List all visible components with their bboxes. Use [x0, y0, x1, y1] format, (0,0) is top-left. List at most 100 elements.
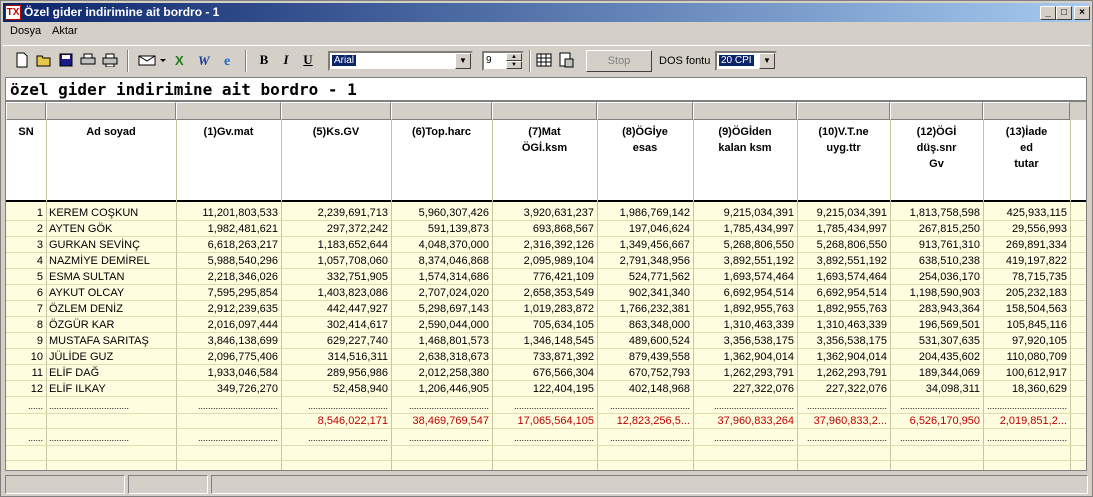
- table-cell: [983, 445, 1070, 461]
- font-size-spinner[interactable]: 9 ▲ ▼: [482, 51, 524, 71]
- table-row[interactable]: 3 GURKAN SEVİNÇ 6,618,263,217 1,183,652,644…: [6, 237, 1086, 253]
- new-file-icon[interactable]: [13, 51, 31, 69]
- stop-button[interactable]: Stop: [586, 50, 652, 72]
- report-grid[interactable]: SN Ad soyad (1)Gv.mat (5)Ks.GV (6)Top.harc (7…: [5, 101, 1087, 471]
- table-row[interactable]: 9 MUSTAFA SARITAŞ 3,846,138,699 629,227,740…: [6, 333, 1086, 349]
- column-header: Ad soyad: [86, 126, 136, 138]
- table-cell: 196,569,501: [918, 319, 980, 331]
- toolbar-separator: [529, 50, 531, 72]
- calculator-icon[interactable]: [535, 51, 553, 69]
- spin-down-icon[interactable]: ▼: [506, 61, 522, 69]
- empty-row[interactable]: [6, 445, 1086, 461]
- table-cell: 9,215,034,391: [723, 207, 794, 219]
- app-icon[interactable]: TX: [5, 5, 21, 20]
- table-cell: 863,348,000: [628, 319, 690, 331]
- column-header: (1)Gv.mat: [203, 126, 254, 138]
- table-row[interactable]: 6 AYKUT OLCAY 7,595,295,854 1,403,823,086 2,…: [6, 285, 1086, 301]
- table-header: SN Ad soyad (1)Gv.mat (5)Ks.GV (6)Top.harc (7…: [6, 120, 1086, 202]
- minimize-button[interactable]: _: [1040, 6, 1056, 20]
- table-cell: 1,349,456,667: [619, 239, 690, 251]
- table-cell: 776,421,109: [532, 271, 594, 283]
- table-cell: 37,960,833,2...: [813, 415, 887, 427]
- internet-explorer-icon[interactable]: e: [221, 51, 239, 69]
- menu-aktar[interactable]: Aktar: [52, 25, 78, 37]
- column-resize-handle[interactable]: [693, 102, 797, 120]
- table-row[interactable]: 4 NAZMİYE DEMİREL 5,988,540,296 1,057,708,0…: [6, 253, 1086, 269]
- empty-row[interactable]: [6, 461, 1086, 470]
- title-bar[interactable]: TX Özel gider indirimine ait bordro - 1 …: [3, 3, 1090, 22]
- table-cell: 1,183,652,644: [317, 239, 388, 251]
- underline-button[interactable]: U: [299, 51, 317, 69]
- table-cell: 1,019,283,872: [523, 303, 594, 315]
- table-cell: 5,988,540,296: [207, 255, 278, 267]
- font-name-select[interactable]: Arial ▼: [328, 51, 473, 71]
- window-title: Özel gider indirimine ait bordro - 1: [24, 5, 220, 19]
- table-row[interactable]: 12 ELİF ILKAY 349,726,270 52,458,940 1,206,4…: [6, 381, 1086, 397]
- table-row[interactable]: 7 ÖZLEM DENİZ 2,912,239,635 442,447,927 5,29…: [6, 301, 1086, 317]
- table-cell: ................................: [49, 401, 130, 411]
- column-resize-handle[interactable]: [492, 102, 597, 120]
- table-cell: 733,871,392: [532, 351, 594, 363]
- column-resize-bar[interactable]: [6, 102, 1086, 120]
- table-cell: 1,574,314,686: [418, 271, 489, 283]
- table-cell: 1,986,769,142: [619, 207, 690, 219]
- column-resize-handle[interactable]: [46, 102, 176, 120]
- column-header: SN: [18, 126, 34, 138]
- separator-row[interactable]: ........................................…: [6, 430, 1086, 446]
- print-icon[interactable]: [79, 51, 97, 69]
- table-row[interactable]: 10 JÜLİDE GUZ 2,096,775,406 314,516,311 2,63…: [6, 349, 1086, 365]
- table-row[interactable]: 2 AYTEN GÖK 1,982,481,621 297,372,242 591,13…: [6, 221, 1086, 237]
- table-row[interactable]: 8 ÖZGÜR KAR 2,016,097,444 302,414,617 2,590,…: [6, 317, 1086, 333]
- table-cell: ................................: [899, 433, 980, 443]
- email-icon[interactable]: [137, 51, 167, 69]
- column-resize-handle[interactable]: [6, 102, 46, 120]
- table-row[interactable]: 1 KEREM COŞKUN 11,201,803,533 2,239,691,713…: [6, 205, 1086, 221]
- table-cell: 3,356,538,175: [816, 335, 887, 347]
- separator-row[interactable]: ........................................…: [6, 398, 1086, 414]
- print-preview-icon[interactable]: [101, 51, 119, 69]
- table-cell: ÖZLEM DENİZ: [49, 303, 123, 315]
- table-cell: 52,458,940: [332, 383, 388, 395]
- table-cell: 1,892,955,763: [723, 303, 794, 315]
- excel-icon[interactable]: X: [173, 51, 191, 69]
- table-cell: 2,590,044,000: [418, 319, 489, 331]
- table-cell: 5,268,806,550: [723, 239, 794, 251]
- close-button[interactable]: ×: [1074, 6, 1090, 20]
- word-icon[interactable]: W: [197, 51, 215, 69]
- column-resize-handle[interactable]: [391, 102, 492, 120]
- table-cell: 1: [36, 207, 43, 219]
- table-cell: 2,638,318,673: [418, 351, 489, 363]
- column-resize-handle[interactable]: [890, 102, 983, 120]
- italic-button[interactable]: I: [277, 51, 295, 69]
- table-cell: 9: [36, 335, 43, 347]
- totals-row[interactable]: 8,546,022,171 38,469,769,547 17,065,564,10…: [6, 413, 1086, 429]
- table-cell: 1,206,446,905: [418, 383, 489, 395]
- column-resize-handle[interactable]: [983, 102, 1070, 120]
- chevron-down-icon[interactable]: ▼: [759, 53, 775, 69]
- bold-button[interactable]: B: [255, 51, 273, 69]
- save-icon[interactable]: [57, 51, 75, 69]
- table-cell: 419,197,822: [1005, 255, 1067, 267]
- table-cell: [983, 461, 1070, 470]
- page-setup-icon[interactable]: [557, 51, 575, 69]
- menu-dosya[interactable]: Dosya: [10, 25, 41, 37]
- table-cell: ................................: [307, 401, 388, 411]
- table-cell: [46, 461, 176, 470]
- table-cell: 3,356,538,175: [723, 335, 794, 347]
- dos-font-select[interactable]: 20 CPI ▼: [715, 51, 777, 71]
- chevron-down-icon[interactable]: ▼: [455, 53, 471, 69]
- table-cell: 314,516,311: [327, 351, 388, 363]
- spin-up-icon[interactable]: ▲: [506, 53, 522, 61]
- column-resize-handle[interactable]: [281, 102, 391, 120]
- table-cell: 9,215,034,391: [816, 207, 887, 219]
- table-row[interactable]: 5 ESMA SULTAN 2,218,346,026 332,751,905 1,57…: [6, 269, 1086, 285]
- table-row[interactable]: 11 ELİF DAĞ 1,933,046,584 289,956,986 2,012,…: [6, 365, 1086, 381]
- restore-button[interactable]: □: [1056, 6, 1072, 20]
- column-resize-handle[interactable]: [176, 102, 281, 120]
- svg-text:W: W: [198, 53, 211, 68]
- open-folder-icon[interactable]: [35, 51, 53, 69]
- column-resize-handle[interactable]: [597, 102, 693, 120]
- table-cell: 638,510,238: [918, 255, 980, 267]
- column-resize-handle[interactable]: [797, 102, 890, 120]
- table-cell: 2,218,346,026: [207, 271, 278, 283]
